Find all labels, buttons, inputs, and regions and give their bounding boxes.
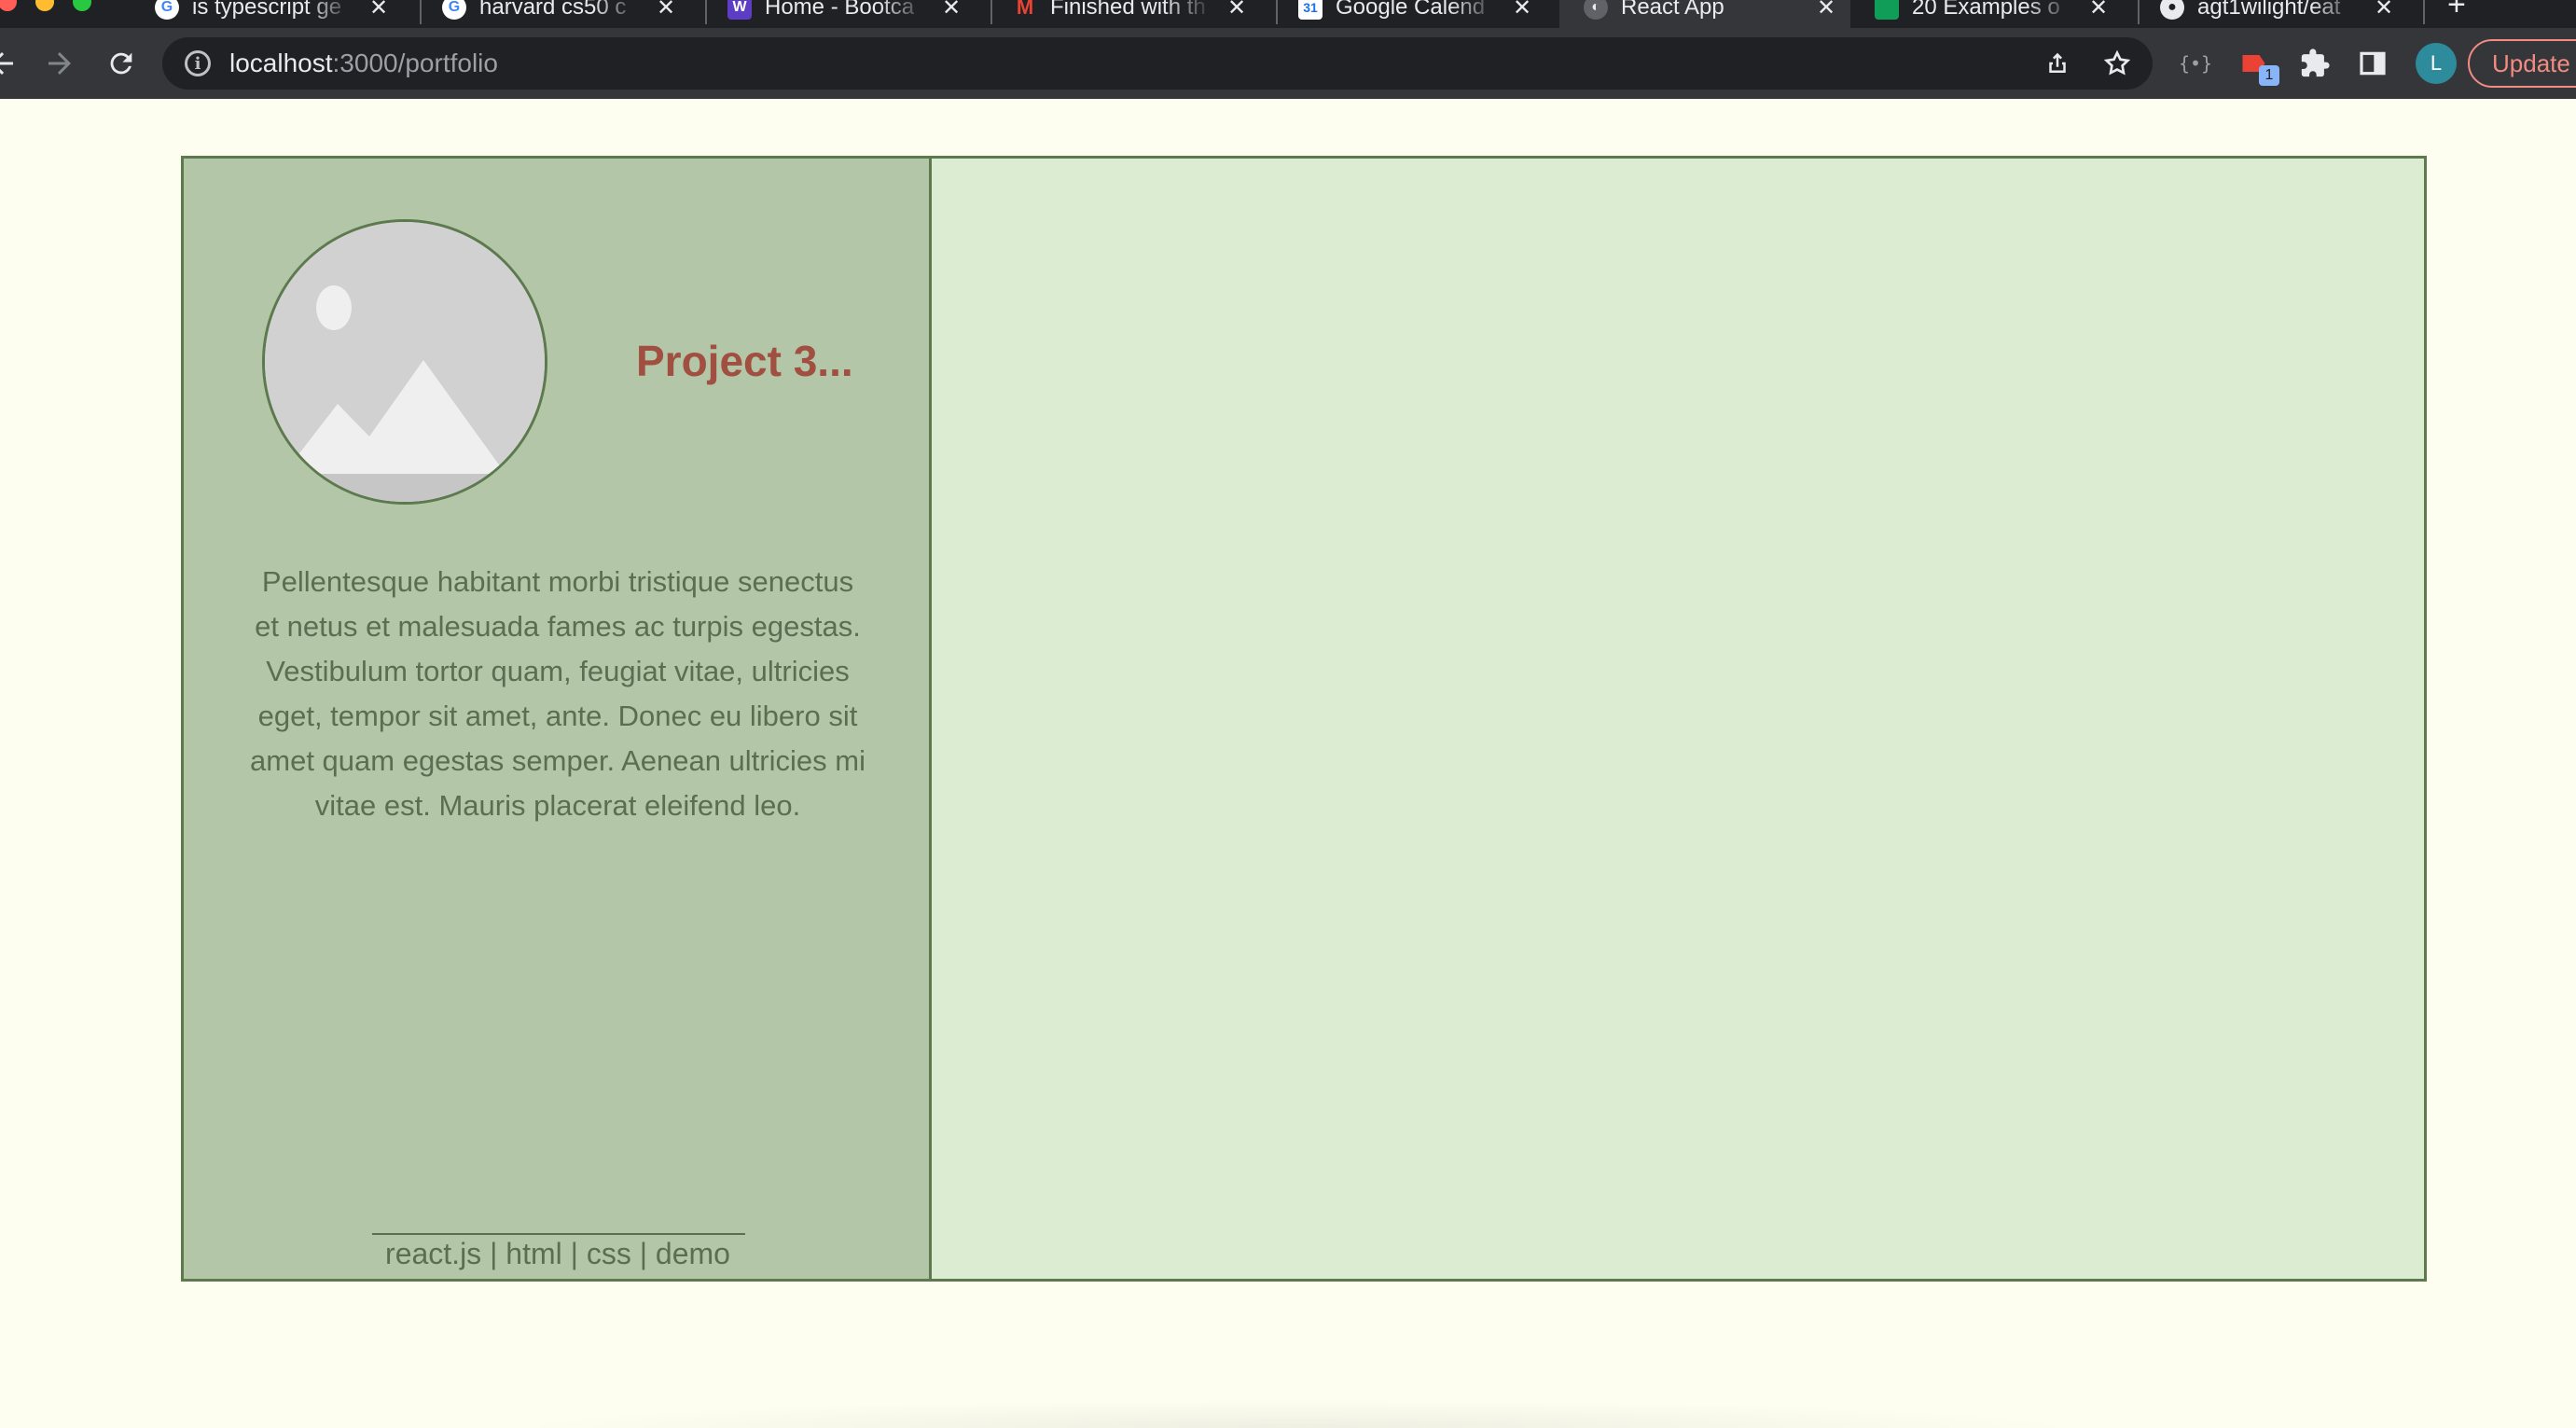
url-path: :3000/portfolio [332, 49, 498, 77]
project-info-panel: Project 3... Pellentesque habitant morbi… [184, 159, 932, 1279]
tab-title: agt1wilight/eat [2197, 0, 2341, 20]
close-icon[interactable]: ✕ [2373, 0, 2395, 21]
back-icon[interactable] [0, 41, 24, 86]
tech-stack: react.js | html | css | demo [184, 1237, 932, 1271]
tab-title: Home - Bootca [765, 0, 915, 20]
reload-icon[interactable] [99, 41, 144, 86]
extension-tracker-icon[interactable]: 1 [2237, 45, 2279, 86]
site-info-icon[interactable]: i [185, 50, 211, 76]
tab-separator [2423, 0, 2425, 24]
browser-tab[interactable]: G is typescript ge ✕ [131, 0, 403, 28]
share-icon[interactable] [2041, 47, 2074, 80]
browser-tab-active[interactable]: ◐ React App ✕ [1559, 0, 1850, 28]
close-icon[interactable]: ✕ [1511, 0, 1533, 21]
bottom-shadow [504, 1400, 2089, 1428]
window-close-control[interactable] [0, 0, 17, 11]
profile-avatar[interactable]: L [2416, 43, 2457, 84]
address-bar[interactable]: i localhost:3000/portfolio [162, 37, 2153, 90]
demo-link[interactable]: demo [656, 1237, 730, 1270]
tab-title: is typescript ge [192, 0, 342, 20]
url-host: localhost [229, 49, 333, 77]
update-button[interactable]: Update [2468, 39, 2576, 88]
tab-title: Finished with th [1050, 0, 1206, 20]
tech-item-css: css [586, 1237, 631, 1270]
tech-separator: | [561, 1237, 587, 1270]
browser-tab[interactable]: M Finished with th ✕ [989, 0, 1261, 28]
image-placeholder-icon [262, 219, 547, 505]
browser-tab-strip: G is typescript ge ✕ G harvard cs50 c ✕ … [0, 0, 2576, 28]
browser-tab[interactable]: W Home - Bootca ✕ [703, 0, 976, 28]
browser-tab[interactable]: G harvard cs50 c ✕ [418, 0, 690, 28]
google-icon: G [155, 0, 179, 20]
forward-icon[interactable] [37, 41, 82, 86]
close-icon[interactable]: ✕ [1226, 0, 1248, 21]
github-icon: ● [2160, 0, 2184, 20]
google-icon: G [442, 0, 466, 20]
tech-item-html: html [506, 1237, 562, 1270]
w-icon: W [727, 0, 752, 20]
bookmark-star-icon[interactable] [2100, 47, 2134, 80]
globe-icon: ◐ [1584, 0, 1608, 20]
close-icon[interactable]: ✕ [655, 0, 677, 21]
extension-badge: 1 [2259, 65, 2279, 86]
tech-separator: | [481, 1237, 506, 1270]
browser-tab[interactable]: 20 Examples o ✕ [1850, 0, 2123, 28]
close-icon[interactable]: ✕ [367, 0, 390, 21]
project-preview-panel [932, 159, 2424, 1279]
close-icon[interactable]: ✕ [1815, 0, 1837, 21]
browser-tab[interactable]: ● agt1wilight/eat ✕ [2136, 0, 2408, 28]
window-zoom-control[interactable] [73, 0, 91, 11]
browser-tab[interactable]: 31 Google Calend ✕ [1274, 0, 1546, 28]
divider [372, 1233, 745, 1235]
new-tab-icon[interactable]: + [2447, 0, 2466, 23]
close-icon[interactable]: ✕ [2087, 0, 2110, 21]
extensions-puzzle-icon[interactable] [2296, 45, 2334, 82]
calendar-icon: 31 [1298, 0, 1323, 20]
tab-title: harvard cs50 c [479, 0, 627, 20]
sheet-icon [1875, 0, 1899, 20]
extension-braces-icon[interactable]: {•} [2177, 45, 2214, 82]
tab-title: 20 Examples o [1912, 0, 2060, 20]
tab-title: React App [1621, 0, 1724, 20]
tech-separator: | [630, 1237, 656, 1270]
gmail-icon: M [1016, 0, 1034, 19]
project-card: Project 3... Pellentesque habitant morbi… [181, 156, 2427, 1282]
tab-title: Google Calend [1336, 0, 1486, 20]
page-content: Project 3... Pellentesque habitant morbi… [0, 99, 2576, 1428]
side-panel-icon[interactable] [2354, 45, 2391, 82]
project-description: Pellentesque habitant morbi tristique se… [250, 565, 866, 822]
tech-item-react: react.js [385, 1237, 482, 1270]
url-text: localhost:3000/portfolio [229, 49, 498, 78]
project-title: Project 3... [636, 337, 853, 385]
window-minimize-control[interactable] [35, 0, 54, 11]
close-icon[interactable]: ✕ [940, 0, 963, 21]
browser-toolbar: i localhost:3000/portfolio {•} 1 L Updat… [0, 28, 2576, 99]
